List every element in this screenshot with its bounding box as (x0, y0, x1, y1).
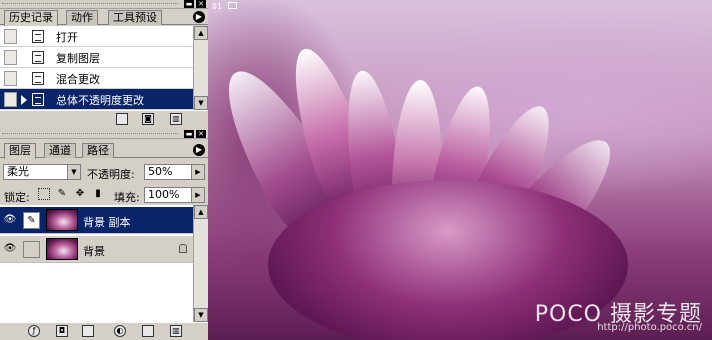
history-scrollbar[interactable]: ▲ ▼ (193, 26, 208, 110)
layers-panel-titlebar[interactable]: ▬ ✕ (0, 130, 208, 139)
lock-position-icon[interactable]: ✥ (74, 188, 86, 200)
history-state-slider-icon[interactable] (21, 95, 27, 105)
history-panel-titlebar[interactable]: ▬ ✕ (0, 0, 208, 9)
panel-menu-arrow-icon[interactable]: ▶ (193, 11, 205, 23)
history-item[interactable]: 混合更改 (0, 68, 193, 89)
history-item-selected[interactable]: 总体不透明度更改 (0, 89, 193, 110)
lock-icon (179, 244, 187, 253)
history-item-label: 混合更改 (56, 73, 100, 86)
brush-link-icon[interactable]: ✎ (23, 212, 40, 229)
fill-arrow-icon[interactable]: ▶ (191, 188, 204, 202)
blend-mode-value: 柔光 (7, 165, 29, 178)
snapshot-camera-icon[interactable]: ◙ (142, 113, 154, 125)
new-group-folder-icon[interactable] (82, 325, 94, 337)
history-tab-row: 历史记录 动作 工具预设 ▶ (0, 9, 208, 26)
lock-all-icon[interactable]: ▮ (92, 188, 104, 200)
document-state-icon (32, 93, 44, 106)
tab-history[interactable]: 历史记录 (4, 10, 58, 26)
opacity-arrow-icon[interactable]: ▶ (191, 165, 204, 179)
trash-icon[interactable]: ▥ (170, 113, 182, 125)
history-item-label: 复制图层 (56, 52, 100, 65)
history-snapshot-checkbox[interactable] (4, 50, 17, 65)
history-list: 打开 复制图层 混合更改 总体不透明度更改 ▲ ▼ (0, 26, 208, 110)
history-snapshot-checkbox[interactable] (4, 29, 17, 44)
document-state-icon (32, 51, 44, 64)
trash-icon[interactable]: ▥ (170, 325, 182, 337)
new-document-from-state-icon[interactable] (116, 113, 128, 125)
opacity-label: 不透明度: (87, 168, 135, 181)
close-doc-icon[interactable] (228, 2, 237, 9)
tab-channels[interactable]: 通道 (44, 143, 76, 158)
history-item-label: 打开 (56, 31, 78, 44)
layer-row-background-copy[interactable]: 👁 ✎ 背景 副本 (0, 207, 193, 234)
layer-style-icon[interactable]: ƒ (28, 325, 40, 337)
document-canvas[interactable]: 01 POCO 摄影专题 http://photo.poco.cn/ (208, 0, 712, 340)
adjustment-layer-icon[interactable]: ◐ (114, 325, 126, 337)
tab-paths[interactable]: 路径 (82, 143, 114, 158)
layers-footer: ƒ ◘ ◐ ▥ (0, 322, 208, 340)
blend-opacity-row: 柔光 ▼ 不透明度: 50% ▶ (0, 162, 208, 182)
fill-field[interactable]: 100% ▶ (144, 187, 205, 203)
scroll-down-icon[interactable]: ▼ (194, 96, 208, 110)
layer-thumbnail (46, 238, 78, 260)
panel-menu-arrow-icon[interactable]: ▶ (193, 144, 205, 156)
close-button[interactable]: ✕ (196, 0, 206, 8)
minimize-button[interactable]: ▬ (184, 130, 194, 138)
close-button[interactable]: ✕ (196, 130, 206, 138)
layers-tab-row: 图层 通道 路径 ▶ (0, 142, 208, 159)
opacity-value: 50% (148, 165, 173, 178)
document-badge: 01 (212, 2, 222, 11)
blend-mode-select[interactable]: 柔光 ▼ (3, 164, 81, 180)
titlebar-grip (2, 133, 178, 136)
fill-value: 100% (148, 188, 180, 201)
layer-name: 背景 (83, 245, 105, 258)
layers-scrollbar[interactable]: ▲ ▼ (193, 205, 208, 322)
chevron-down-icon[interactable]: ▼ (67, 165, 80, 179)
scroll-up-icon[interactable]: ▲ (194, 26, 208, 40)
layer-thumbnail (46, 209, 78, 231)
new-layer-icon[interactable] (142, 325, 154, 337)
link-slot[interactable] (23, 241, 40, 258)
add-mask-icon[interactable]: ◘ (56, 325, 68, 337)
history-snapshot-checkbox[interactable] (4, 92, 17, 107)
lock-transparency-icon[interactable] (38, 188, 50, 200)
history-footer: ◙ ▥ (0, 110, 208, 126)
tab-tool-presets[interactable]: 工具预设 (108, 10, 162, 25)
tab-layers[interactable]: 图层 (4, 143, 36, 159)
history-item-label: 总体不透明度更改 (56, 94, 144, 107)
layer-row-background[interactable]: 👁 背景 (0, 236, 193, 263)
layer-name: 背景 副本 (83, 216, 131, 229)
document-state-icon (32, 30, 44, 43)
minimize-button[interactable]: ▬ (184, 0, 194, 8)
lock-image-pixels-icon[interactable]: ✎ (56, 188, 68, 200)
document-state-icon (32, 72, 44, 85)
history-snapshot-checkbox[interactable] (4, 71, 17, 86)
history-item[interactable]: 打开 (0, 26, 193, 47)
layers-list: 👁 ✎ 背景 副本 👁 背景 ▲ ▼ (0, 205, 208, 322)
titlebar-grip (2, 3, 178, 6)
history-item[interactable]: 复制图层 (0, 47, 193, 68)
opacity-field[interactable]: 50% ▶ (144, 164, 205, 180)
scroll-down-icon[interactable]: ▼ (194, 308, 208, 322)
lock-fill-row: 锁定: ✎ ✥ ▮ 填充: 100% ▶ (0, 185, 208, 205)
eye-visibility-icon[interactable]: 👁 (2, 241, 18, 257)
fill-label: 填充: (114, 191, 140, 204)
watermark-url: http://photo.poco.cn/ (597, 322, 702, 333)
tab-actions[interactable]: 动作 (66, 10, 98, 25)
eye-visibility-icon[interactable]: 👁 (2, 212, 18, 228)
lock-label: 锁定: (4, 191, 30, 204)
panel-dock: ▬ ✕ 历史记录 动作 工具预设 ▶ 打开 复制图层 混合更改 总体不透明度更改 (0, 0, 208, 340)
scroll-up-icon[interactable]: ▲ (194, 205, 208, 219)
